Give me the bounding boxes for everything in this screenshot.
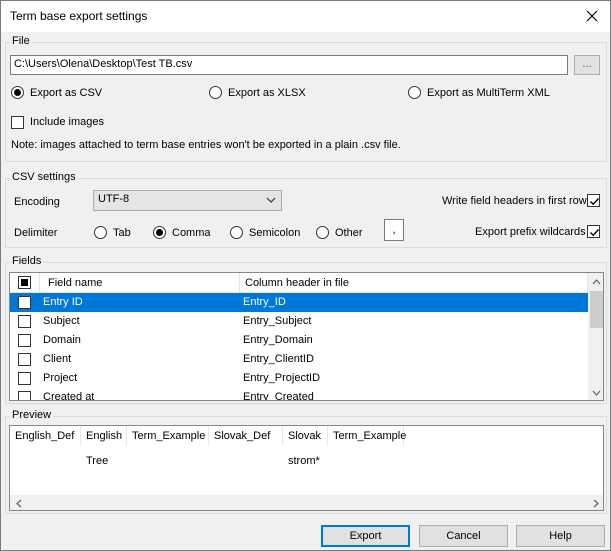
column-header-cell: Entry_Created bbox=[243, 391, 314, 401]
scroll-left-icon[interactable] bbox=[12, 495, 26, 511]
preview-table: English_Def English Tree Term_Example Slovak… bbox=[9, 425, 604, 511]
field-name-cell: Created at bbox=[43, 391, 95, 401]
field-name-cell: Domain bbox=[43, 334, 81, 346]
field-row-checkbox[interactable] bbox=[18, 372, 31, 385]
column-header-cell: Entry_Domain bbox=[243, 334, 313, 346]
field-name-cell: Subject bbox=[43, 315, 80, 327]
file-group-label: File bbox=[10, 35, 32, 47]
field-row-checkbox[interactable] bbox=[18, 315, 31, 328]
write-headers-label: Write field headers in first row bbox=[442, 195, 587, 207]
column-header-cell: Entry_ID bbox=[243, 296, 286, 308]
field-name-cell: Client bbox=[43, 353, 72, 365]
fields-scrollbar[interactable] bbox=[588, 273, 604, 400]
export-prefix-checkbox[interactable] bbox=[587, 225, 600, 238]
csv-settings-label: CSV settings bbox=[10, 171, 78, 183]
column-header-cell: Entry_ClientID bbox=[243, 353, 314, 365]
export-xlsx-label: Export as XLSX bbox=[228, 87, 306, 99]
delimiter-label: Delimiter bbox=[14, 227, 58, 239]
help-button[interactable]: Help bbox=[516, 525, 605, 547]
close-button[interactable] bbox=[582, 6, 602, 26]
export-xlsx-radio[interactable] bbox=[209, 86, 222, 99]
encoding-value: UTF-8 bbox=[98, 193, 130, 205]
preview-hscrollbar[interactable] bbox=[10, 495, 603, 511]
field-name-column-header[interactable]: Field name bbox=[40, 273, 240, 293]
field-name-cell: Entry ID bbox=[43, 296, 83, 308]
preview-column-header: English bbox=[81, 426, 127, 446]
title-bar: Term base export settings bbox=[1, 1, 610, 32]
include-images-label: Include images bbox=[30, 116, 104, 128]
scroll-down-icon[interactable] bbox=[588, 386, 604, 400]
export-multiterm-radio[interactable] bbox=[408, 86, 421, 99]
preview-column-header: Term_Example bbox=[328, 426, 406, 446]
delimiter-tab-radio[interactable] bbox=[94, 226, 107, 239]
checkmark-icon bbox=[590, 198, 600, 206]
scroll-right-icon[interactable] bbox=[589, 495, 603, 511]
field-row-checkbox[interactable] bbox=[18, 296, 31, 309]
close-icon bbox=[586, 10, 598, 22]
field-row-checkbox[interactable] bbox=[18, 391, 31, 400]
select-all-header[interactable] bbox=[10, 273, 40, 293]
scroll-up-icon[interactable] bbox=[588, 275, 604, 289]
preview-column-header: English_Def bbox=[10, 426, 81, 446]
encoding-label: Encoding bbox=[14, 196, 60, 208]
delimiter-comma-radio[interactable] bbox=[153, 226, 166, 239]
export-multiterm-label: Export as MultiTerm XML bbox=[427, 87, 550, 99]
field-row-checkbox[interactable] bbox=[18, 353, 31, 366]
export-button[interactable]: Export bbox=[321, 525, 410, 547]
delimiter-comma-label: Comma bbox=[172, 227, 211, 239]
field-row[interactable]: Created at Entry_Created bbox=[10, 388, 588, 401]
field-row[interactable]: Project Entry_ProjectID bbox=[10, 369, 588, 388]
export-prefix-label: Export prefix wildcards bbox=[475, 226, 586, 238]
field-row[interactable]: Domain Entry_Domain bbox=[10, 331, 588, 350]
column-header-cell: Entry_ProjectID bbox=[243, 372, 321, 384]
export-csv-radio[interactable] bbox=[11, 86, 24, 99]
dialog-window: Term base export settings File C:\Users\… bbox=[0, 0, 611, 551]
fields-group-label: Fields bbox=[10, 255, 44, 267]
fields-scroll-thumb[interactable] bbox=[590, 291, 603, 328]
preview-group-label: Preview bbox=[10, 409, 54, 421]
write-headers-checkbox[interactable] bbox=[587, 194, 600, 207]
preview-column-header: Term_Example bbox=[127, 426, 209, 446]
delimiter-tab-label: Tab bbox=[113, 227, 131, 239]
field-name-cell: Project bbox=[43, 372, 78, 384]
column-header-column-header[interactable]: Column header in file bbox=[240, 273, 588, 293]
column-header-cell: Entry_Subject bbox=[243, 315, 312, 327]
preview-cell: Tree bbox=[86, 455, 109, 467]
encoding-select[interactable]: UTF-8 bbox=[93, 190, 282, 211]
images-note: Note: images attached to term base entri… bbox=[11, 139, 401, 151]
dialog-title: Term base export settings bbox=[10, 9, 148, 23]
delimiter-other-radio[interactable] bbox=[316, 226, 329, 239]
delimiter-semicolon-label: Semicolon bbox=[249, 227, 301, 239]
fields-list[interactable]: Field name Column header in file Entry I… bbox=[9, 272, 604, 401]
checkmark-icon bbox=[590, 229, 600, 237]
file-path-input[interactable]: C:\Users\Olena\Desktop\Test TB.csv bbox=[10, 55, 568, 75]
field-row[interactable]: Entry ID Entry_ID bbox=[10, 293, 588, 312]
export-csv-label: Export as CSV bbox=[30, 87, 103, 99]
preview-column-header: Slovak_Def bbox=[209, 426, 283, 446]
field-row[interactable]: Subject Entry_Subject bbox=[10, 312, 588, 331]
delimiter-other-label: Other bbox=[335, 227, 363, 239]
browse-button[interactable]: ... bbox=[574, 55, 600, 75]
other-delimiter-input[interactable]: , bbox=[384, 219, 404, 241]
select-all-checkbox[interactable] bbox=[18, 276, 31, 289]
delimiter-semicolon-radio[interactable] bbox=[230, 226, 243, 239]
cancel-button[interactable]: Cancel bbox=[419, 525, 508, 547]
include-images-checkbox[interactable] bbox=[11, 116, 24, 129]
preview-column-header: Slovak bbox=[283, 426, 328, 446]
field-row[interactable]: Client Entry_ClientID bbox=[10, 350, 588, 369]
preview-cell: strom* bbox=[288, 455, 320, 467]
chevron-down-icon bbox=[266, 197, 276, 203]
field-row-checkbox[interactable] bbox=[18, 334, 31, 347]
